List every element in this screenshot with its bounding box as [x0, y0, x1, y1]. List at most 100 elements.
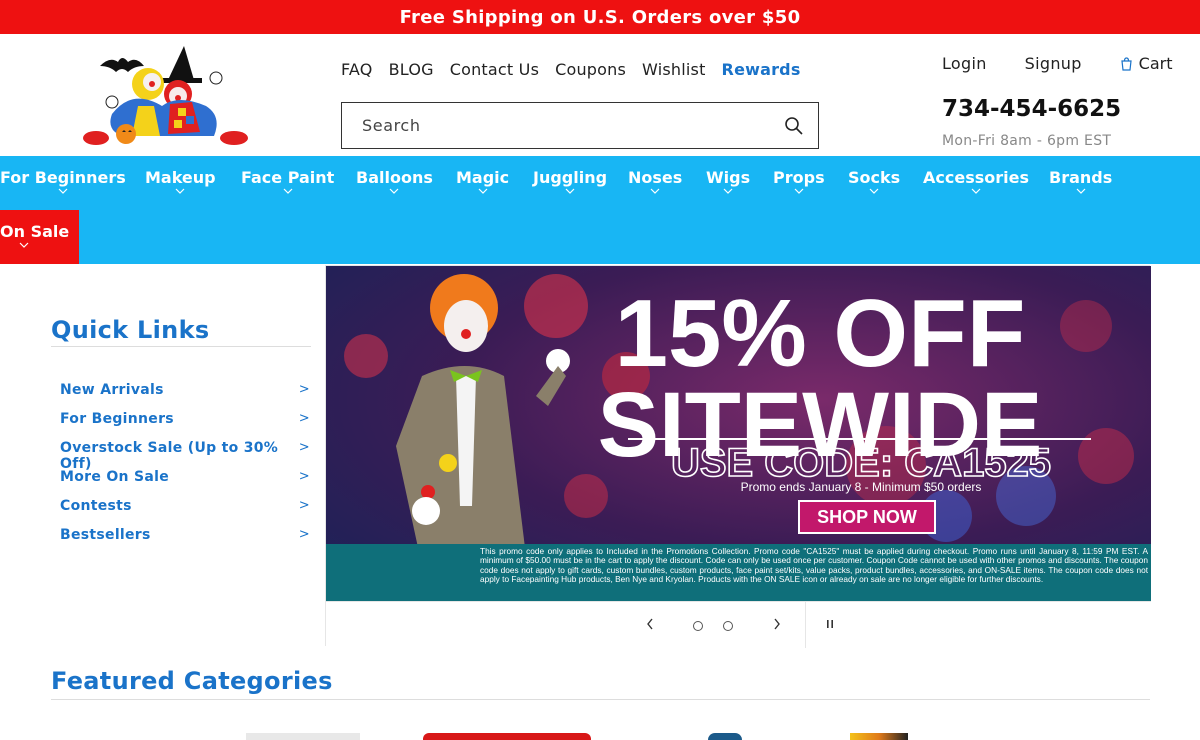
chevron-right-icon [774, 618, 780, 630]
chevron-down-icon [19, 242, 29, 248]
divider [805, 602, 806, 648]
main-nav: For Beginners Makeup Face Paint Balloons… [0, 156, 1200, 264]
featured-categories-title: Featured Categories [51, 667, 333, 695]
chevron-right-icon: > [298, 527, 310, 542]
site-logo[interactable] [82, 44, 250, 148]
rewards-link[interactable]: Rewards [722, 60, 801, 79]
slide-dot-1[interactable] [693, 621, 703, 631]
slider-controls [326, 601, 1151, 648]
account-links: Login Signup Cart [942, 54, 1173, 73]
quick-links-title: Quick Links [51, 316, 210, 344]
chevron-down-icon [478, 188, 487, 194]
site-header: FAQ BLOG Contact Us Coupons Wishlist Rew… [0, 34, 1200, 156]
search-box [341, 102, 819, 149]
nav-item-noses[interactable]: Noses [628, 168, 682, 195]
nav-item-wigs[interactable]: Wigs [706, 168, 750, 195]
divider [51, 699, 1150, 700]
nav-item-socks[interactable]: Socks [848, 168, 900, 195]
category-tile[interactable] [850, 733, 908, 740]
quick-link-label: Overstock Sale (Up to 30% Off) [60, 440, 279, 472]
slide-dot-2[interactable] [723, 621, 733, 631]
nav-label: Accessories [923, 168, 1029, 187]
nav-item-props[interactable]: Props [773, 168, 825, 195]
hero-slider: 15% OFF SITEWIDE USE CODE: CA1525 Promo … [325, 265, 1151, 648]
cart-icon [1121, 56, 1132, 71]
chevron-down-icon [389, 188, 399, 194]
banner-promo-line: Promo ends January 8 - Minimum $50 order… [741, 480, 982, 494]
nav-label: Magic [456, 168, 510, 187]
chevron-down-icon [971, 188, 981, 194]
quick-links-list: New Arrivals > For Beginners > Overstock S… [60, 382, 312, 556]
quick-link-contests[interactable]: Contests > [60, 498, 312, 527]
chevron-right-icon: > [298, 411, 310, 426]
nav-label: Noses [628, 168, 683, 187]
chevron-right-icon: > [298, 498, 310, 513]
blog-link[interactable]: BLOG [389, 60, 434, 79]
chevron-down-icon [794, 188, 804, 194]
nav-label: Wigs [706, 168, 751, 187]
banner-fine-print: This promo code only applies to Included… [480, 547, 1148, 585]
chevron-down-icon [58, 188, 68, 194]
chevron-down-icon [650, 188, 660, 194]
nav-label: Balloons [356, 168, 433, 187]
coupons-link[interactable]: Coupons [555, 60, 626, 79]
nav-item-magic[interactable]: Magic [456, 168, 509, 195]
nav-item-on-sale[interactable]: On Sale [0, 210, 79, 264]
chevron-right-icon: > [298, 440, 310, 455]
banner-headline-1: 15% OFF [615, 280, 1026, 387]
quick-link-new-arrivals[interactable]: New Arrivals > [60, 382, 312, 411]
nav-item-brands[interactable]: Brands [1049, 168, 1112, 195]
nav-item-balloons[interactable]: Balloons [356, 168, 433, 195]
quick-link-overstock-sale[interactable]: Overstock Sale (Up to 30% Off) > [60, 440, 312, 472]
nav-item-for-beginners[interactable]: For Beginners [0, 168, 126, 195]
quick-link-label: Bestsellers [60, 527, 151, 543]
nav-label: Brands [1049, 168, 1113, 187]
quick-link-label: New Arrivals [60, 382, 164, 398]
nav-item-makeup[interactable]: Makeup [145, 168, 216, 195]
faq-link[interactable]: FAQ [341, 60, 373, 79]
wishlist-link[interactable]: Wishlist [642, 60, 706, 79]
chevron-down-icon [869, 188, 879, 194]
category-tile[interactable] [423, 733, 591, 740]
quick-link-for-beginners[interactable]: For Beginners > [60, 411, 312, 440]
nav-label: On Sale [0, 222, 70, 241]
pause-slideshow-button[interactable] [820, 614, 840, 634]
chevron-left-icon [647, 618, 653, 630]
quick-link-label: For Beginners [60, 411, 174, 427]
nav-label: Socks [848, 168, 901, 187]
chevron-down-icon [175, 188, 185, 194]
next-slide-button[interactable] [767, 614, 787, 634]
banner-code-line: USE CODE: CA1525 [671, 441, 1051, 485]
phone-number[interactable]: 734-454-6625 [942, 96, 1121, 122]
quick-link-label: More On Sale [60, 469, 169, 485]
nav-item-juggling[interactable]: Juggling [533, 168, 607, 195]
divider [51, 346, 311, 347]
business-hours: Mon-Fri 8am - 6pm EST [942, 133, 1112, 149]
category-tile[interactable] [708, 733, 742, 740]
shop-now-button[interactable]: SHOP NOW [817, 507, 917, 527]
utility-links: FAQ BLOG Contact Us Coupons Wishlist Rew… [341, 60, 817, 79]
quick-link-bestsellers[interactable]: Bestsellers > [60, 527, 312, 556]
contact-us-link[interactable]: Contact Us [450, 60, 539, 79]
chevron-down-icon [283, 188, 293, 194]
category-tile[interactable] [246, 733, 360, 740]
cart-link[interactable]: Cart [1120, 54, 1173, 73]
nav-item-accessories[interactable]: Accessories [923, 168, 1029, 195]
login-link[interactable]: Login [942, 54, 987, 73]
nav-label: Makeup [145, 168, 216, 187]
search-input[interactable] [362, 116, 784, 135]
pause-icon [827, 620, 833, 628]
promo-banner[interactable]: 15% OFF SITEWIDE USE CODE: CA1525 Promo … [326, 266, 1151, 601]
nav-label: Face Paint [241, 168, 335, 187]
chevron-down-icon [1076, 188, 1086, 194]
previous-slide-button[interactable] [640, 614, 660, 634]
quick-link-more-on-sale[interactable]: More On Sale > [60, 469, 312, 498]
chevron-down-icon [565, 188, 575, 194]
nav-label: Props [773, 168, 825, 187]
announcement-text: Free Shipping on U.S. Orders over $50 [399, 6, 801, 28]
signup-link[interactable]: Signup [1025, 54, 1082, 73]
search-icon[interactable] [784, 116, 804, 136]
chevron-right-icon: > [298, 382, 310, 397]
cart-label: Cart [1138, 54, 1173, 73]
nav-item-face-paint[interactable]: Face Paint [241, 168, 334, 195]
